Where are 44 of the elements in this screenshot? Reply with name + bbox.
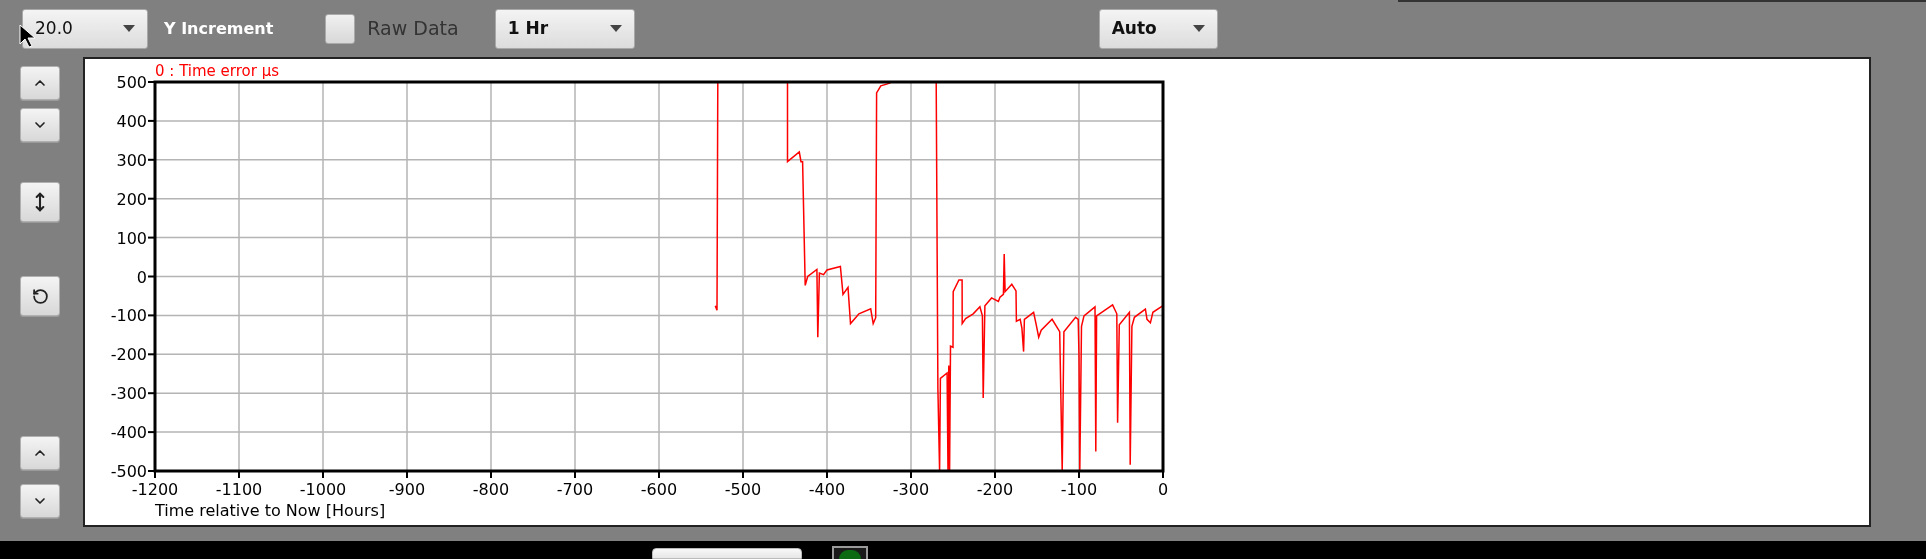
- y-tick-label: -500: [110, 462, 147, 481]
- series-label: 0 : Time error µs: [155, 62, 280, 80]
- x-tick-label: -1000: [299, 480, 347, 499]
- range-dropdown[interactable]: 1 Hr: [494, 8, 635, 49]
- status-button[interactable]: [652, 548, 802, 559]
- x-tick-label: 0: [1157, 480, 1169, 499]
- zoom-in-button[interactable]: [20, 436, 60, 470]
- y-tick-label: -100: [110, 306, 147, 326]
- x-tick-label: -500: [724, 480, 762, 499]
- caret-icon: [609, 25, 622, 32]
- y-tick-label: -400: [110, 423, 147, 443]
- increment-dropdown[interactable]: 20.0: [22, 8, 148, 49]
- x-tick-label: -400: [808, 480, 846, 499]
- y-tick-label: 300: [116, 150, 147, 170]
- x-tick-label: -700: [556, 480, 594, 499]
- raw-data-label: Raw Data: [367, 16, 459, 42]
- autoscale-button[interactable]: [20, 182, 60, 222]
- y-tick-label: -200: [110, 345, 147, 365]
- x-tick-label: -900: [388, 480, 426, 499]
- y-tick-label: 400: [116, 111, 147, 131]
- raw-data-checkbox[interactable]: [325, 13, 356, 44]
- x-axis-label: Time relative to Now [Hours]: [155, 501, 386, 520]
- caret-icon: [123, 25, 135, 32]
- y-tick-label: 500: [116, 73, 147, 92]
- y-tick-label: 200: [116, 189, 147, 209]
- reset-icon: [31, 287, 49, 305]
- y-tick-label: 0: [136, 267, 147, 287]
- scale-dropdown[interactable]: Auto: [1098, 8, 1218, 49]
- scroll-down-button[interactable]: [20, 108, 60, 142]
- x-tick-label: -600: [640, 480, 678, 499]
- x-tick-label: -1100: [215, 480, 263, 499]
- reset-button[interactable]: [20, 276, 60, 316]
- y-tick-label: -300: [110, 384, 147, 404]
- x-tick-label: -1200: [131, 480, 179, 499]
- y-tick-label: 100: [116, 228, 147, 248]
- scroll-up-button[interactable]: [20, 66, 60, 100]
- x-tick-label: -100: [1060, 480, 1098, 499]
- x-tick-label: -200: [976, 480, 1014, 499]
- cursor-icon: [19, 24, 35, 48]
- increment-label: Y Increment: [164, 17, 274, 40]
- zoom-out-button[interactable]: [20, 484, 60, 518]
- caret-icon: [1192, 25, 1205, 32]
- x-tick-label: -300: [892, 480, 930, 499]
- x-tick-label: -800: [472, 480, 510, 499]
